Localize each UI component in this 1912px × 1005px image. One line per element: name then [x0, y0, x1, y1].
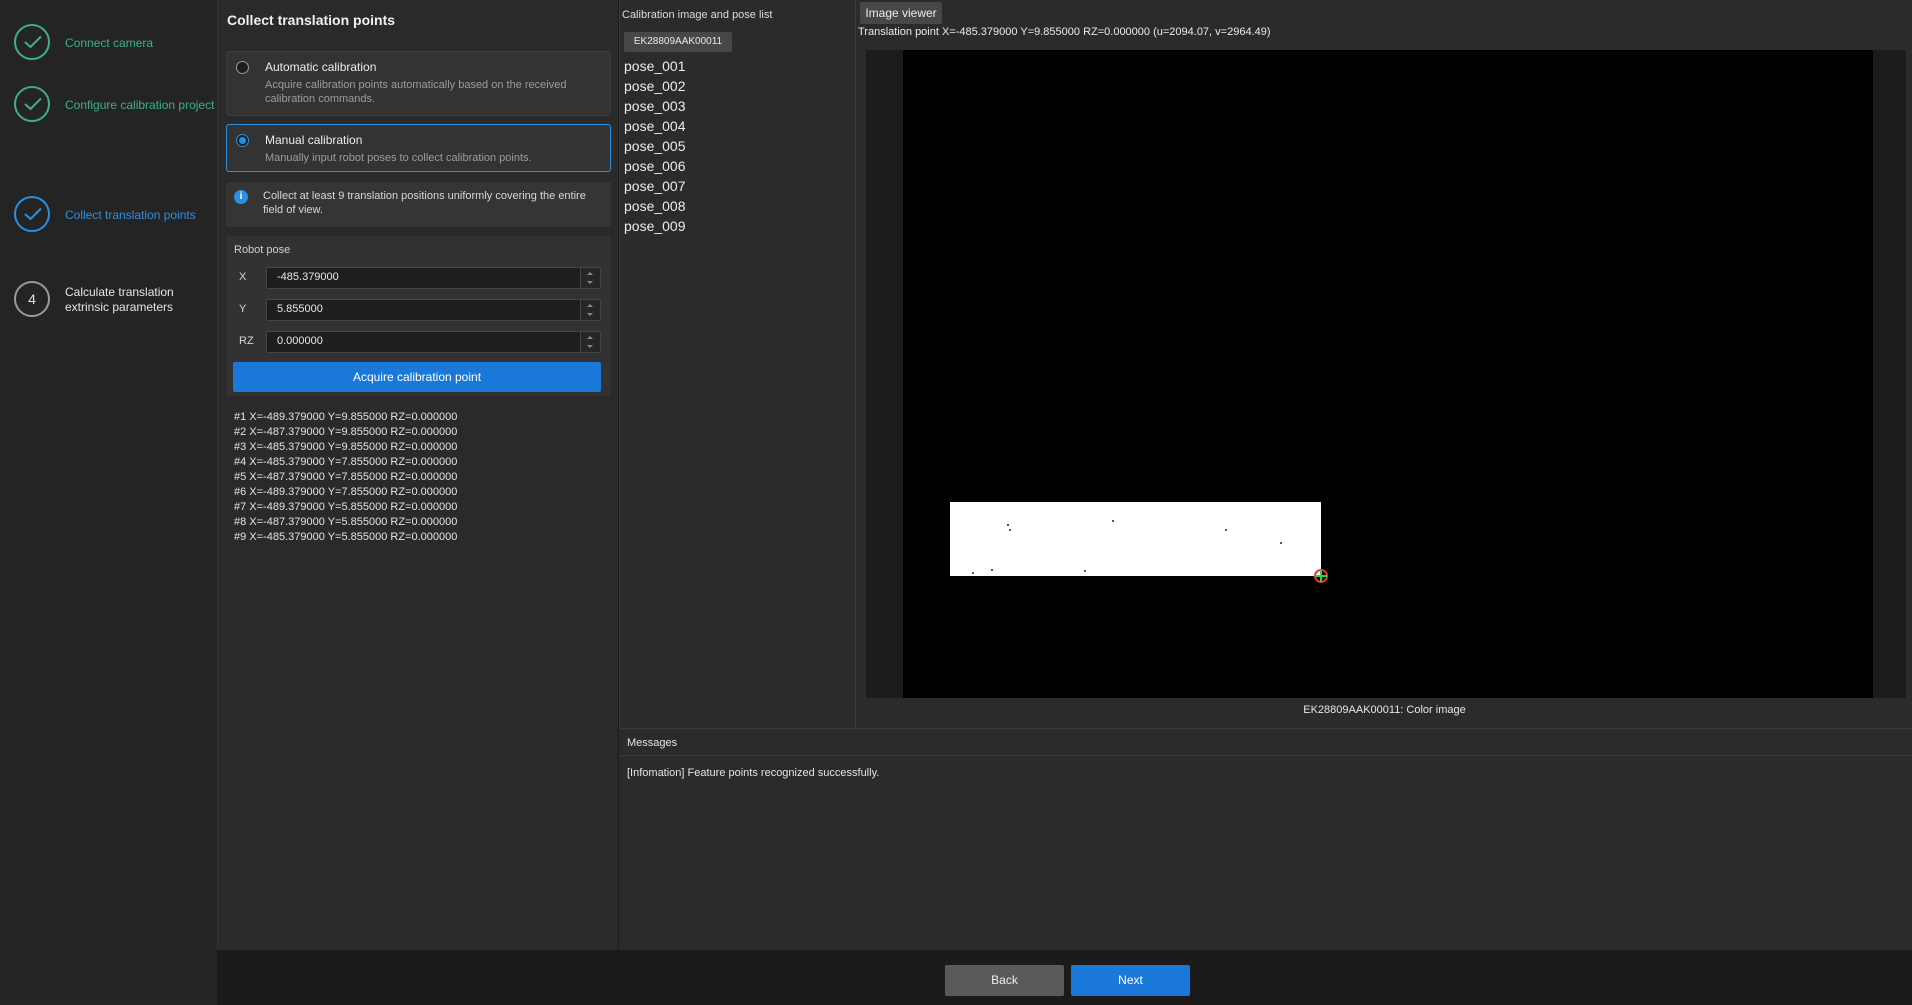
- option-description: Manually input robot poses to collect ca…: [265, 152, 532, 164]
- calibration-target: [950, 502, 1321, 576]
- page-title: Collect translation points: [227, 12, 396, 28]
- step-label: Connect camera: [65, 35, 154, 50]
- acquire-calibration-point-button[interactable]: Acquire calibration point: [233, 362, 601, 392]
- pose-item[interactable]: pose_006: [624, 156, 686, 176]
- step-number: 4: [14, 281, 50, 317]
- check-icon: [14, 24, 50, 60]
- chevron-down-icon[interactable]: [587, 281, 593, 284]
- y-input[interactable]: 5.855000: [266, 299, 581, 321]
- calibration-points-list: #1 X=-489.379000 Y=9.855000 RZ=0.000000 …: [234, 410, 457, 545]
- check-icon: [14, 86, 50, 122]
- list-item: #7 X=-489.379000 Y=5.855000 RZ=0.000000: [234, 501, 458, 513]
- chevron-up-icon[interactable]: [587, 304, 593, 307]
- pose-list: pose_001 pose_002 pose_003 pose_004 pose…: [624, 56, 686, 236]
- pose-item[interactable]: pose_008: [624, 196, 686, 216]
- radio-icon[interactable]: [236, 61, 249, 74]
- crosshair-icon: [1314, 569, 1328, 583]
- pose-list-panel: Calibration image and pose list EK28809A…: [619, 0, 856, 728]
- list-item: #3 X=-485.379000 Y=9.855000 RZ=0.000000: [234, 441, 458, 453]
- manual-calibration-option[interactable]: Manual calibration Manually input robot …: [226, 124, 611, 172]
- steps-sidebar: Connect camera Configure calibration pro…: [0, 0, 217, 1005]
- y-label: Y: [239, 303, 247, 315]
- messages-panel: Messages [Infomation] Feature points rec…: [619, 728, 1912, 951]
- pose-y-row: Y 5.855000: [234, 299, 604, 321]
- bottom-nav-bar: Back Next: [217, 950, 1912, 1005]
- list-item: #5 X=-487.379000 Y=7.855000 RZ=0.000000: [234, 471, 458, 483]
- list-item: #9 X=-485.379000 Y=5.855000 RZ=0.000000: [234, 531, 458, 543]
- info-icon: i: [234, 190, 248, 204]
- rz-label: RZ: [239, 335, 254, 347]
- camera-item[interactable]: EK28809AAK00011: [624, 32, 732, 52]
- tab-image-viewer[interactable]: Image viewer: [860, 2, 942, 24]
- list-item: #4 X=-485.379000 Y=7.855000 RZ=0.000000: [234, 456, 458, 468]
- list-item: #2 X=-487.379000 Y=9.855000 RZ=0.000000: [234, 426, 458, 438]
- option-description: Acquire calibration points automatically…: [265, 79, 567, 105]
- list-item: #1 X=-489.379000 Y=9.855000 RZ=0.000000: [234, 411, 458, 423]
- option-title: Manual calibration: [265, 133, 363, 147]
- x-label: X: [239, 271, 247, 283]
- pose-rz-row: RZ 0.000000: [234, 331, 604, 353]
- divider: [619, 755, 1912, 756]
- option-title: Automatic calibration: [265, 60, 377, 74]
- pose-item[interactable]: pose_007: [624, 176, 686, 196]
- list-item: #6 X=-489.379000 Y=7.855000 RZ=0.000000: [234, 486, 458, 498]
- automatic-calibration-option[interactable]: Automatic calibration Acquire calibratio…: [226, 51, 611, 116]
- pose-item[interactable]: pose_002: [624, 76, 686, 96]
- pose-item[interactable]: pose_009: [624, 216, 686, 236]
- list-item: #8 X=-487.379000 Y=5.855000 RZ=0.000000: [234, 516, 458, 528]
- step-label: Calculate translation extrinsic paramete…: [65, 285, 174, 314]
- rz-input[interactable]: 0.000000: [266, 331, 581, 353]
- chevron-up-icon[interactable]: [587, 272, 593, 275]
- info-banner: i Collect at least 9 translation positio…: [226, 182, 611, 227]
- step-label: Configure calibration project: [65, 97, 215, 112]
- info-text: Collect at least 9 translation positions…: [263, 190, 586, 216]
- config-panel: Collect translation points Automatic cal…: [217, 0, 618, 950]
- pose-item[interactable]: pose_004: [624, 116, 686, 136]
- radio-selected-icon[interactable]: [236, 134, 249, 147]
- pose-item[interactable]: pose_003: [624, 96, 686, 116]
- translation-point-readout: Translation point X=-485.379000 Y=9.8550…: [858, 26, 1271, 38]
- x-stepper[interactable]: [581, 267, 601, 289]
- image-viewer-panel: Image viewer Translation point X=-485.37…: [855, 0, 1912, 728]
- image-caption: EK28809AAK00011: Color image: [1303, 704, 1466, 716]
- pose-item[interactable]: pose_005: [624, 136, 686, 156]
- robot-pose-panel: Robot pose X -485.379000 Y 5.855000 RZ 0…: [226, 236, 611, 396]
- x-input[interactable]: -485.379000: [266, 267, 581, 289]
- step-collect-translation-points[interactable]: Collect translation points: [14, 190, 214, 240]
- rz-stepper[interactable]: [581, 331, 601, 353]
- back-button[interactable]: Back: [945, 965, 1064, 996]
- chevron-down-icon[interactable]: [587, 313, 593, 316]
- pose-x-row: X -485.379000: [234, 267, 604, 289]
- step-connect-camera[interactable]: Connect camera: [14, 18, 214, 68]
- chevron-up-icon[interactable]: [587, 336, 593, 339]
- step-label: Collect translation points: [65, 207, 196, 222]
- pose-list-title: Calibration image and pose list: [622, 9, 773, 21]
- chevron-down-icon[interactable]: [587, 345, 593, 348]
- robot-pose-title: Robot pose: [234, 244, 291, 256]
- messages-title: Messages: [627, 737, 678, 749]
- next-button[interactable]: Next: [1071, 965, 1190, 996]
- step-calculate-extrinsic[interactable]: 4 Calculate translation extrinsic parame…: [14, 275, 214, 325]
- message-line: [Infomation] Feature points recognized s…: [627, 767, 880, 779]
- step-configure-project[interactable]: Configure calibration project: [14, 80, 214, 130]
- pose-item[interactable]: pose_001: [624, 56, 686, 76]
- y-stepper[interactable]: [581, 299, 601, 321]
- check-icon: [14, 196, 50, 232]
- image-canvas[interactable]: [903, 50, 1873, 698]
